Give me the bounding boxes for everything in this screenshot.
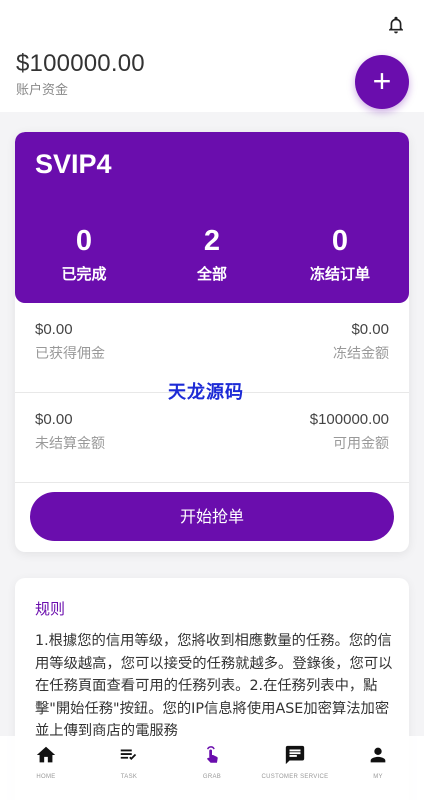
start-grab-button[interactable]: 开始抢单 — [30, 492, 394, 541]
stat-value: 0 — [75, 225, 93, 257]
account-balance: $100000.00 — [16, 50, 145, 77]
tab-label: CUSTOMER SERVICE — [261, 774, 329, 780]
earned-commission-label: 已获得佣金 — [35, 346, 105, 362]
stat-value: 2 — [203, 225, 221, 257]
tab-customer-service[interactable]: CUSTOMER SERVICE — [253, 744, 337, 780]
bell-icon[interactable] — [386, 14, 406, 36]
rules-text: 1.根據您的信用等级，您將收到相應數量的任務。您的信用等级越高，您可以接受的任務… — [35, 633, 393, 739]
unsettled-amount: $0.00 未结算金额 — [35, 411, 105, 453]
stat-label: 全部 — [196, 265, 227, 283]
available-amount-label: 可用金额 — [333, 436, 389, 452]
vip-header: SVIP4 0 已完成 2 全部 0 冻结订单 — [15, 132, 409, 303]
chat-icon — [285, 745, 305, 765]
account-balance-label: 账户资金 — [16, 83, 69, 98]
stat-value: 0 — [331, 225, 349, 257]
tab-label: TASK — [120, 774, 138, 780]
task-list-icon — [120, 749, 137, 761]
rules-title: 规则 — [35, 600, 66, 618]
tab-grab[interactable]: GRAB — [170, 744, 254, 780]
home-icon — [36, 746, 56, 763]
earned-commission-value: $0.00 — [35, 321, 73, 338]
stat-completed[interactable]: 0 已完成 — [19, 220, 149, 284]
tab-task[interactable]: TASK — [87, 744, 171, 780]
bottom-tab-bar: HOME TASK GRAB CUSTOMER SERVICE MY — [0, 736, 424, 800]
frozen-amount: $0.00 冻结金额 — [333, 321, 389, 363]
available-amount-value: $100000.00 — [309, 411, 389, 428]
grab-icon — [206, 746, 218, 763]
earned-commission: $0.00 已获得佣金 — [35, 321, 105, 363]
unsettled-amount-value: $0.00 — [35, 411, 73, 428]
unsettled-amount-label: 未结算金额 — [35, 436, 105, 452]
stat-frozen-orders[interactable]: 0 冻结订单 — [275, 220, 405, 284]
stat-label: 已完成 — [61, 265, 107, 283]
tab-label: MY — [373, 774, 383, 780]
stat-label: 冻结订单 — [309, 265, 370, 283]
frozen-amount-label: 冻结金额 — [333, 346, 389, 362]
person-icon — [370, 747, 386, 763]
available-amount: $100000.00 可用金额 — [310, 411, 389, 453]
vip-level: SVIP4 — [35, 149, 112, 179]
stat-all[interactable]: 2 全部 — [147, 220, 277, 284]
tab-label: HOME — [36, 774, 56, 780]
tab-home[interactable]: HOME — [4, 744, 88, 780]
top-header: $100000.00 账户资金 + — [0, 0, 424, 112]
tab-my[interactable]: MY — [336, 744, 420, 780]
balance-row: $0.00 未结算金额 $100000.00 可用金额 — [15, 393, 409, 483]
frozen-amount-value: $0.00 — [351, 321, 389, 338]
vip-summary-card: SVIP4 0 已完成 2 全部 0 冻结订单 $0.00 已获得佣金 $0.0… — [15, 132, 409, 552]
watermark-text: 天龙源码 — [168, 382, 244, 403]
tab-label: GRAB — [202, 774, 222, 780]
add-funds-button[interactable]: + — [355, 55, 409, 109]
